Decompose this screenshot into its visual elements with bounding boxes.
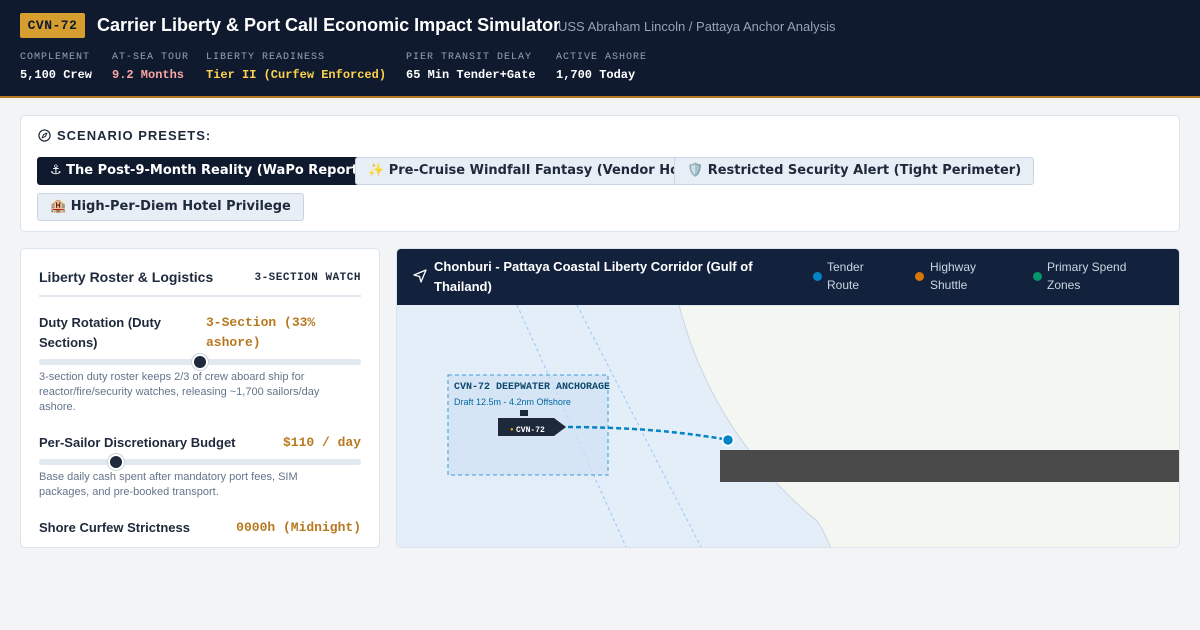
stat-label: COMPLEMENT <box>20 52 91 63</box>
liberty-corridor-map-panel: Chonburi - Pattaya Coastal Liberty Corri… <box>396 248 1180 548</box>
stat-active-ashore: ACTIVE ASHORE 1,700 Today <box>556 52 647 82</box>
duty-rotation-slider-thumb[interactable] <box>192 354 208 370</box>
stat-at-sea-tour: AT-SEA TOUR 9.2 Months <box>112 52 189 82</box>
stat-value: Tier II (Curfew Enforced) <box>206 68 387 82</box>
duty-rotation-description: 3-section duty roster keeps 2/3 of crew … <box>39 371 320 413</box>
budget-description: Base daily cash spent after mandatory po… <box>39 471 298 498</box>
curfew-value: 0000h (Midnight) <box>236 520 361 535</box>
tender-route-legend-dot <box>813 272 822 281</box>
tender-landing-marker[interactable] <box>721 433 735 447</box>
preset-button-post-9-month-reality[interactable]: ⚓ The Post-9-Month Reality (WaPo Reporte… <box>37 157 396 185</box>
watch-badge: 3-SECTION WATCH <box>254 272 361 284</box>
app-subtitle: USS Abraham Lincoln / Pattaya Anchor Ana… <box>558 19 836 34</box>
stat-label: PIER TRANSIT DELAY <box>406 52 533 63</box>
app-header: CVN-72 Carrier Liberty & Port Call Econo… <box>0 0 1200 98</box>
duty-rotation-label: Duty Rotation (Duty Sections) <box>39 315 162 350</box>
legend-highway-shuttle: Highway Shuttle <box>930 260 977 292</box>
carrier-marker-dot: ● <box>510 427 514 433</box>
navigation-icon <box>413 269 427 283</box>
preset-button-pre-cruise-windfall[interactable]: ✨ Pre-Cruise Windfall Fantasy (Vendor Ho… <box>355 157 717 185</box>
preset-button-high-per-diem-hotel[interactable]: 🏨 High-Per-Diem Hotel Privilege <box>37 193 304 221</box>
divider <box>39 295 361 297</box>
map-svg <box>397 304 1179 547</box>
budget-slider-thumb[interactable] <box>108 454 125 470</box>
map-canvas[interactable]: CVN-72 DEEPWATER ANCHORAGE Draft 12.5m -… <box>397 304 1179 547</box>
app-title: Carrier Liberty & Port Call Economic Imp… <box>97 15 561 35</box>
stat-value: 5,100 Crew <box>20 68 93 82</box>
stat-value: 1,700 Today <box>556 68 636 82</box>
legend-tender-route: Tender Route <box>827 260 864 292</box>
pier-landing-bar <box>720 450 1179 482</box>
duty-rotation-value: 3-Section (33% ashore) <box>206 315 316 350</box>
anchorage-detail: Draft 12.5m - 4.2nm Offshore <box>454 397 571 407</box>
stat-value: 9.2 Months <box>112 68 185 82</box>
stat-label: AT-SEA TOUR <box>112 52 190 63</box>
roster-title: Liberty Roster & Logistics <box>39 269 214 285</box>
duty-rotation-slider[interactable] <box>39 354 361 370</box>
stat-liberty-readiness: LIBERTY READINESS Tier II (Curfew Enforc… <box>206 52 386 82</box>
hull-badge: CVN-72 <box>20 13 85 38</box>
budget-label: Per-Sailor Discretionary Budget <box>39 435 236 450</box>
preset-button-restricted-security[interactable]: 🛡️ Restricted Security Alert (Tight Peri… <box>674 157 1035 185</box>
anchorage-title: CVN-72 DEEPWATER ANCHORAGE <box>454 382 611 393</box>
budget-value: $110 / day <box>282 435 361 450</box>
stat-complement: COMPLEMENT 5,100 Crew <box>20 52 92 82</box>
map-header: Chonburi - Pattaya Coastal Liberty Corri… <box>397 249 1179 305</box>
curfew-label: Shore Curfew Strictness <box>39 520 190 535</box>
budget-slider[interactable] <box>39 454 361 470</box>
scenario-presets-panel: SCENARIO PRESETS: ⚓ The Post-9-Month Rea… <box>20 115 1180 232</box>
highway-shuttle-legend-dot <box>915 272 924 281</box>
liberty-roster-panel: Liberty Roster & Logistics 3-SECTION WAT… <box>20 248 380 548</box>
map-title: Chonburi - Pattaya Coastal Liberty Corri… <box>434 259 753 294</box>
stat-label: LIBERTY READINESS <box>206 52 326 63</box>
stat-label: ACTIVE ASHORE <box>556 52 648 63</box>
legend-primary-spend-zones: Primary Spend Zones <box>1047 260 1127 292</box>
spend-zones-legend-dot <box>1033 272 1042 281</box>
presets-heading-label: SCENARIO PRESETS: <box>57 128 212 143</box>
carrier-label: CVN-72 <box>516 426 545 435</box>
compass-icon <box>38 129 51 142</box>
presets-heading: SCENARIO PRESETS: <box>38 128 211 143</box>
stat-value: 65 Min Tender+Gate <box>406 68 536 82</box>
stat-pier-transit-delay: PIER TRANSIT DELAY 65 Min Tender+Gate <box>406 52 536 82</box>
